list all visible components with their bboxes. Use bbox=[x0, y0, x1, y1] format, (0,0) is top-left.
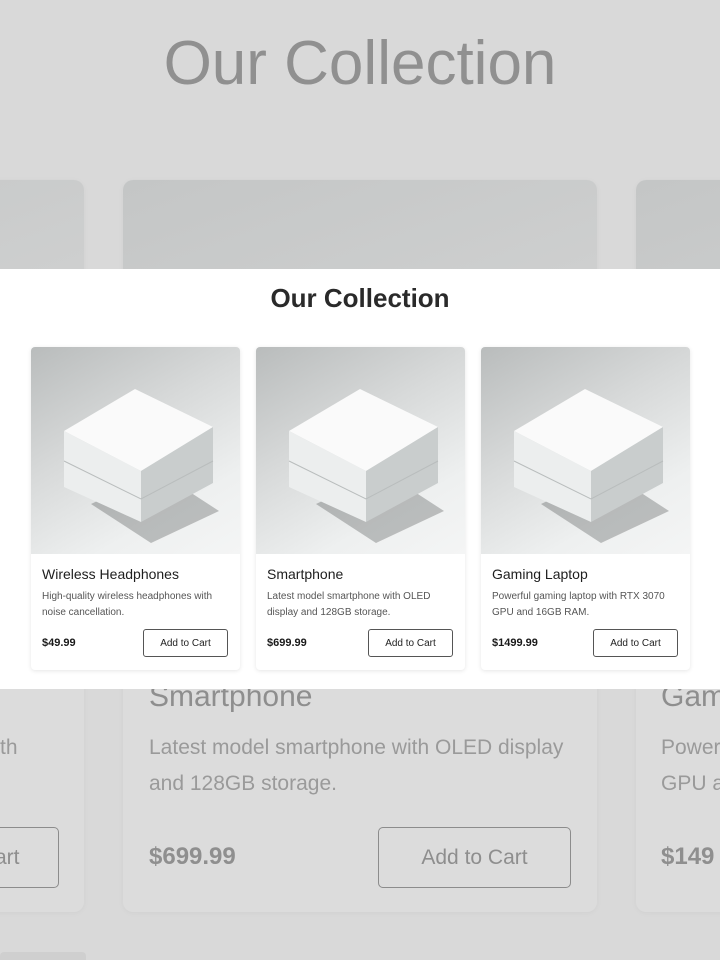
add-to-cart-button[interactable]: Add to Cart bbox=[368, 629, 453, 657]
product-image bbox=[481, 347, 690, 554]
product-name: Wireless Headphones bbox=[42, 566, 179, 582]
background-next-row-edge bbox=[0, 952, 86, 960]
product-price: $49.99 bbox=[42, 637, 76, 649]
product-card: Wireless Headphones High-quality wireles… bbox=[31, 347, 240, 670]
background-product-description: Power GPU a bbox=[661, 736, 720, 795]
background-product-description: Latest model smartphone with OLED displa… bbox=[149, 736, 564, 795]
collection-panel: Our Collection Wireless Headphones High-… bbox=[0, 269, 720, 689]
product-box-icon bbox=[513, 389, 669, 543]
product-price: $1499.99 bbox=[492, 637, 538, 649]
background-product-price: $699.99 bbox=[149, 843, 236, 870]
product-description: Latest model smartphone with OLED displa… bbox=[267, 591, 431, 618]
product-description: High-quality wireless headphones with no… bbox=[42, 591, 213, 618]
product-image bbox=[31, 347, 240, 554]
add-to-cart-button[interactable]: Add to Cart bbox=[143, 629, 228, 657]
product-name: Gaming Laptop bbox=[492, 566, 588, 582]
add-to-cart-button[interactable]: Add to Cart bbox=[593, 629, 678, 657]
background-add-to-cart-button: art bbox=[0, 827, 59, 888]
product-name: Smartphone bbox=[267, 566, 344, 582]
background-product-price: $149 bbox=[661, 843, 715, 870]
product-price: $699.99 bbox=[267, 637, 307, 649]
product-box-icon bbox=[63, 389, 219, 543]
product-card: Smartphone Latest model smartphone with … bbox=[256, 347, 465, 670]
product-card: Gaming Laptop Powerful gaming laptop wit… bbox=[481, 347, 690, 670]
background-add-to-cart-button: Add to Cart bbox=[378, 827, 571, 888]
product-image bbox=[256, 347, 465, 554]
page-title: Our Collection bbox=[270, 283, 450, 313]
product-box-icon bbox=[288, 389, 444, 543]
product-description: Powerful gaming laptop with RTX 3070 GPU… bbox=[492, 591, 665, 618]
background-page-title: Our Collection bbox=[163, 29, 557, 98]
